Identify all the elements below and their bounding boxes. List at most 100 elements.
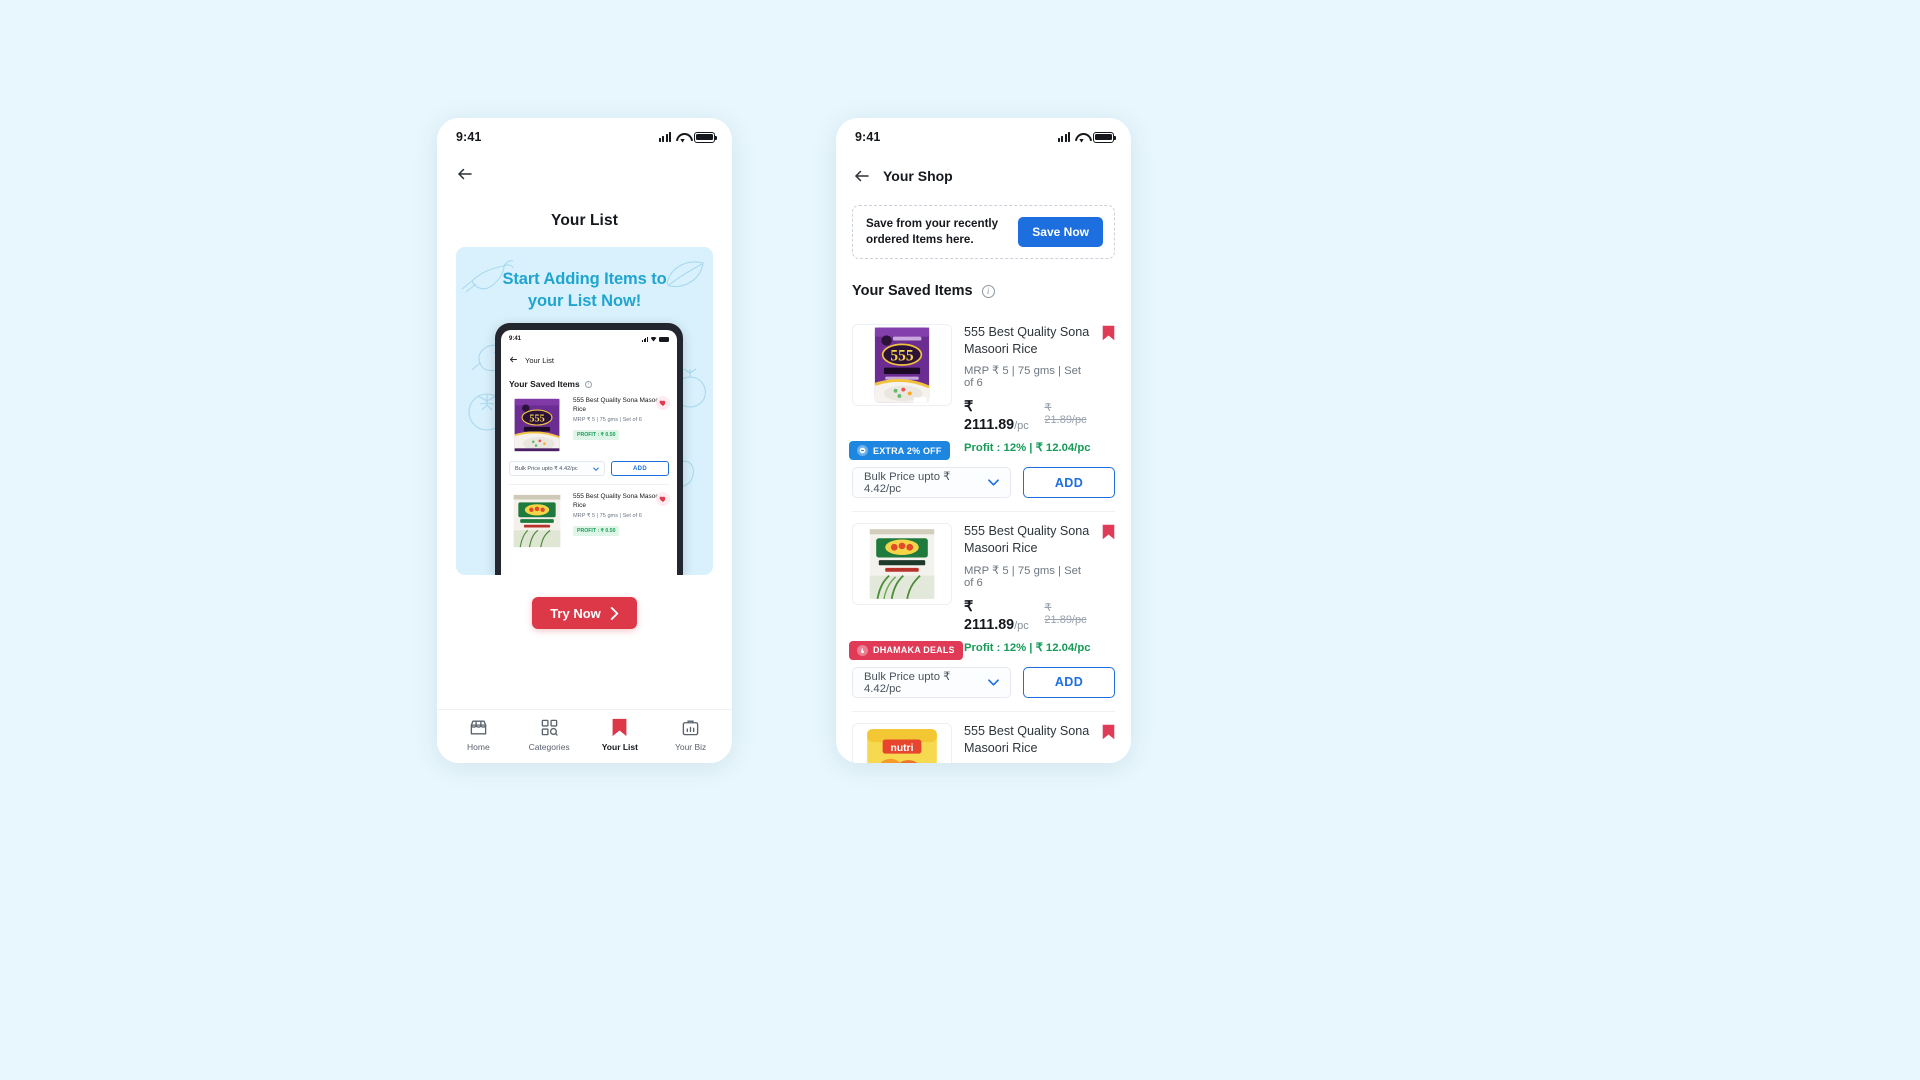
bulk-price-dropdown[interactable]: Bulk Price upto ₹ 4.42/pc — [852, 666, 1011, 698]
saved-items-list: 555 EXTRA 2% OFF 555 Best Quality Sona M… — [836, 313, 1131, 763]
chevron-down-icon — [593, 466, 599, 471]
price-strikethrough: ₹ 21.89/pc — [1044, 601, 1087, 626]
bottom-tab-bar: Home Categories Your List Your Biz — [437, 709, 732, 763]
try-now-button[interactable]: Try Now — [532, 597, 637, 629]
bulk-price-label: Bulk Price upto ₹ 4.42/pc — [864, 670, 951, 695]
product-price-row: ₹ 2111.89/pc ₹ 21.89/pc — [964, 398, 1093, 434]
inner-product-mrp: MRP ₹ 5 | 75 gms | Set of 6 — [573, 417, 642, 424]
bulk-price-label: Bulk Price upto ₹ 4.42/pc — [864, 471, 951, 496]
tab-label: Categories — [528, 742, 570, 752]
signal-bars-icon — [1057, 132, 1070, 142]
inner-phone-screen: 9:41 Your List Your Saved Items i 555 55… — [501, 330, 677, 575]
back-arrow-icon[interactable] — [456, 165, 732, 183]
battery-full-icon — [659, 336, 669, 342]
product-profit: Profit : 12% | ₹ 12.04/pc — [964, 641, 1091, 654]
inner-section-title: Your Saved Items — [509, 379, 580, 389]
tab-your-list[interactable]: Your List — [585, 718, 656, 752]
save-banner: Save from your recently ordered Items he… — [852, 205, 1115, 259]
tab-label: Your Biz — [674, 742, 707, 752]
inner-item-row: 555 Best Quality Sona Masoori Rice MRP ₹… — [509, 492, 670, 549]
product-info: 555 Best Quality Sona Masoori Rice MRP ₹… — [964, 723, 1115, 763]
promo-tag: EXTRA 2% OFF — [849, 441, 950, 461]
product-thumbnail[interactable]: 555 — [852, 324, 952, 406]
inner-phone-mockup: 9:41 Your List Your Saved Items i 555 55… — [495, 323, 683, 575]
bulk-price-label: Bulk Price upto ₹ 4.42/pc — [515, 465, 578, 472]
wifi-icon — [650, 336, 657, 342]
svg-text:nutri: nutri — [891, 743, 914, 754]
promo-heading: Start Adding Items to your List Now! — [456, 247, 713, 313]
status-time: 9:41 — [456, 130, 482, 144]
divider — [509, 484, 669, 485]
product-thumbnail: 555 — [509, 397, 565, 453]
inner-item-info: 555 Best Quality Sona Masoori Rice MRP ₹… — [573, 492, 670, 549]
storefront-icon — [470, 720, 487, 735]
save-now-button[interactable]: Save Now — [1018, 217, 1103, 247]
add-button[interactable]: ADD — [611, 461, 669, 476]
inner-item-info: 555 Best Quality Sona Masoori Rice MRP ₹… — [573, 396, 670, 453]
product-thumbnail[interactable] — [852, 523, 952, 606]
bookmark-filled-icon[interactable] — [1102, 325, 1115, 346]
save-banner-line1: Save from your recently — [866, 216, 999, 230]
right-topbar: Your Shop — [836, 156, 1131, 185]
promo-tag: DHAMAKA DEALS — [849, 640, 963, 660]
product-name: 555 Best Quality Sona Masoori Rice — [964, 524, 1090, 556]
inner-profit-badge: PROFIT : ₹ 0.50 — [573, 526, 620, 537]
inner-profit-badge: PROFIT : ₹ 0.50 — [573, 430, 620, 441]
product-card: 555 EXTRA 2% OFF 555 Best Quality Sona M… — [849, 313, 1115, 511]
heart-filled-icon[interactable] — [656, 492, 670, 506]
product-thumbnail-wrap: nutri — [852, 722, 952, 763]
inner-nav-title: Your List — [525, 355, 554, 365]
phone-mockup-right: 9:41 Your Shop Save from your recently o… — [836, 118, 1131, 763]
chevron-down-icon — [988, 679, 999, 686]
product-row: 555 EXTRA 2% OFF 555 Best Quality Sona M… — [849, 324, 1115, 461]
product-info: 555 Best Quality Sona Masoori Rice MRP ₹… — [964, 324, 1115, 454]
status-bar: 9:41 — [836, 118, 1131, 156]
discount-tag-icon — [857, 445, 868, 457]
add-button[interactable]: ADD — [1023, 666, 1115, 698]
tab-home[interactable]: Home — [443, 718, 514, 752]
tab-label: Home — [467, 742, 490, 752]
product-name: 555 Best Quality Sona Masoori Rice — [964, 325, 1090, 356]
product-actions: Bulk Price upto ₹ 4.42/pc ADD — [852, 467, 1115, 499]
save-banner-text: Save from your recently ordered Items he… — [866, 216, 998, 249]
bookmark-filled-icon[interactable] — [1102, 724, 1115, 745]
inner-status-bar: 9:41 — [509, 336, 669, 342]
briefcase-chart-icon — [682, 720, 699, 736]
tab-your-biz[interactable]: Your Biz — [655, 718, 726, 752]
back-arrow-icon[interactable] — [853, 167, 871, 185]
heart-filled-icon[interactable] — [656, 396, 670, 410]
promo-banner: Start Adding Items to your List Now! 9:4… — [456, 247, 713, 575]
try-now-label: Try Now — [550, 605, 601, 621]
back-arrow-icon[interactable] — [509, 351, 518, 369]
rice-555-purple-package: 555 — [874, 327, 930, 403]
info-icon[interactable]: i — [584, 380, 592, 388]
rice-green-white-package — [869, 529, 935, 600]
page-title: Your Shop — [883, 168, 953, 184]
bookmark-filled-icon[interactable] — [1102, 524, 1115, 545]
bulk-price-dropdown[interactable]: Bulk Price upto ₹ 4.42/pc — [509, 461, 605, 476]
info-icon[interactable]: i — [981, 284, 995, 298]
inner-product-mrp: MRP ₹ 5 | 75 gms | Set of 6 — [573, 513, 642, 520]
rice-555-purple-package: 555 — [514, 398, 560, 452]
product-name: 555 Best Quality Sona Masoori Rice — [964, 723, 1090, 755]
product-thumbnail — [509, 493, 565, 549]
bulk-price-dropdown[interactable]: Bulk Price upto ₹ 4.42/pc — [852, 467, 1011, 499]
inner-list-item: 555 Best Quality Sona Masoori Rice MRP ₹… — [509, 492, 670, 549]
inner-product-name: 555 Best Quality Sona Masoori Rice — [573, 397, 663, 413]
tab-categories[interactable]: Categories — [514, 718, 585, 752]
promo-tag-label: DHAMAKA DEALS — [873, 645, 955, 656]
price-amount: ₹ 2111.89 — [964, 598, 1015, 633]
battery-full-icon — [1093, 131, 1117, 143]
add-button[interactable]: ADD — [1023, 467, 1115, 499]
battery-full-icon — [694, 131, 718, 143]
status-time: 9:41 — [855, 130, 881, 144]
try-now-wrap: Try Now — [437, 597, 732, 629]
inner-list-item: 555 555 Best Quality Sona Masoori Rice M… — [509, 396, 670, 485]
product-info: 555 Best Quality Sona Masoori Rice MRP ₹… — [964, 523, 1115, 654]
status-icons — [658, 131, 718, 143]
chevron-down-icon — [988, 479, 999, 487]
signal-bars-icon — [641, 336, 648, 342]
product-actions: Bulk Price upto ₹ 4.42/pc ADD — [852, 666, 1115, 698]
product-thumbnail[interactable]: nutri — [852, 722, 952, 763]
phone-mockup-left: 9:41 Your List Start Adding Items to you… — [437, 118, 732, 763]
